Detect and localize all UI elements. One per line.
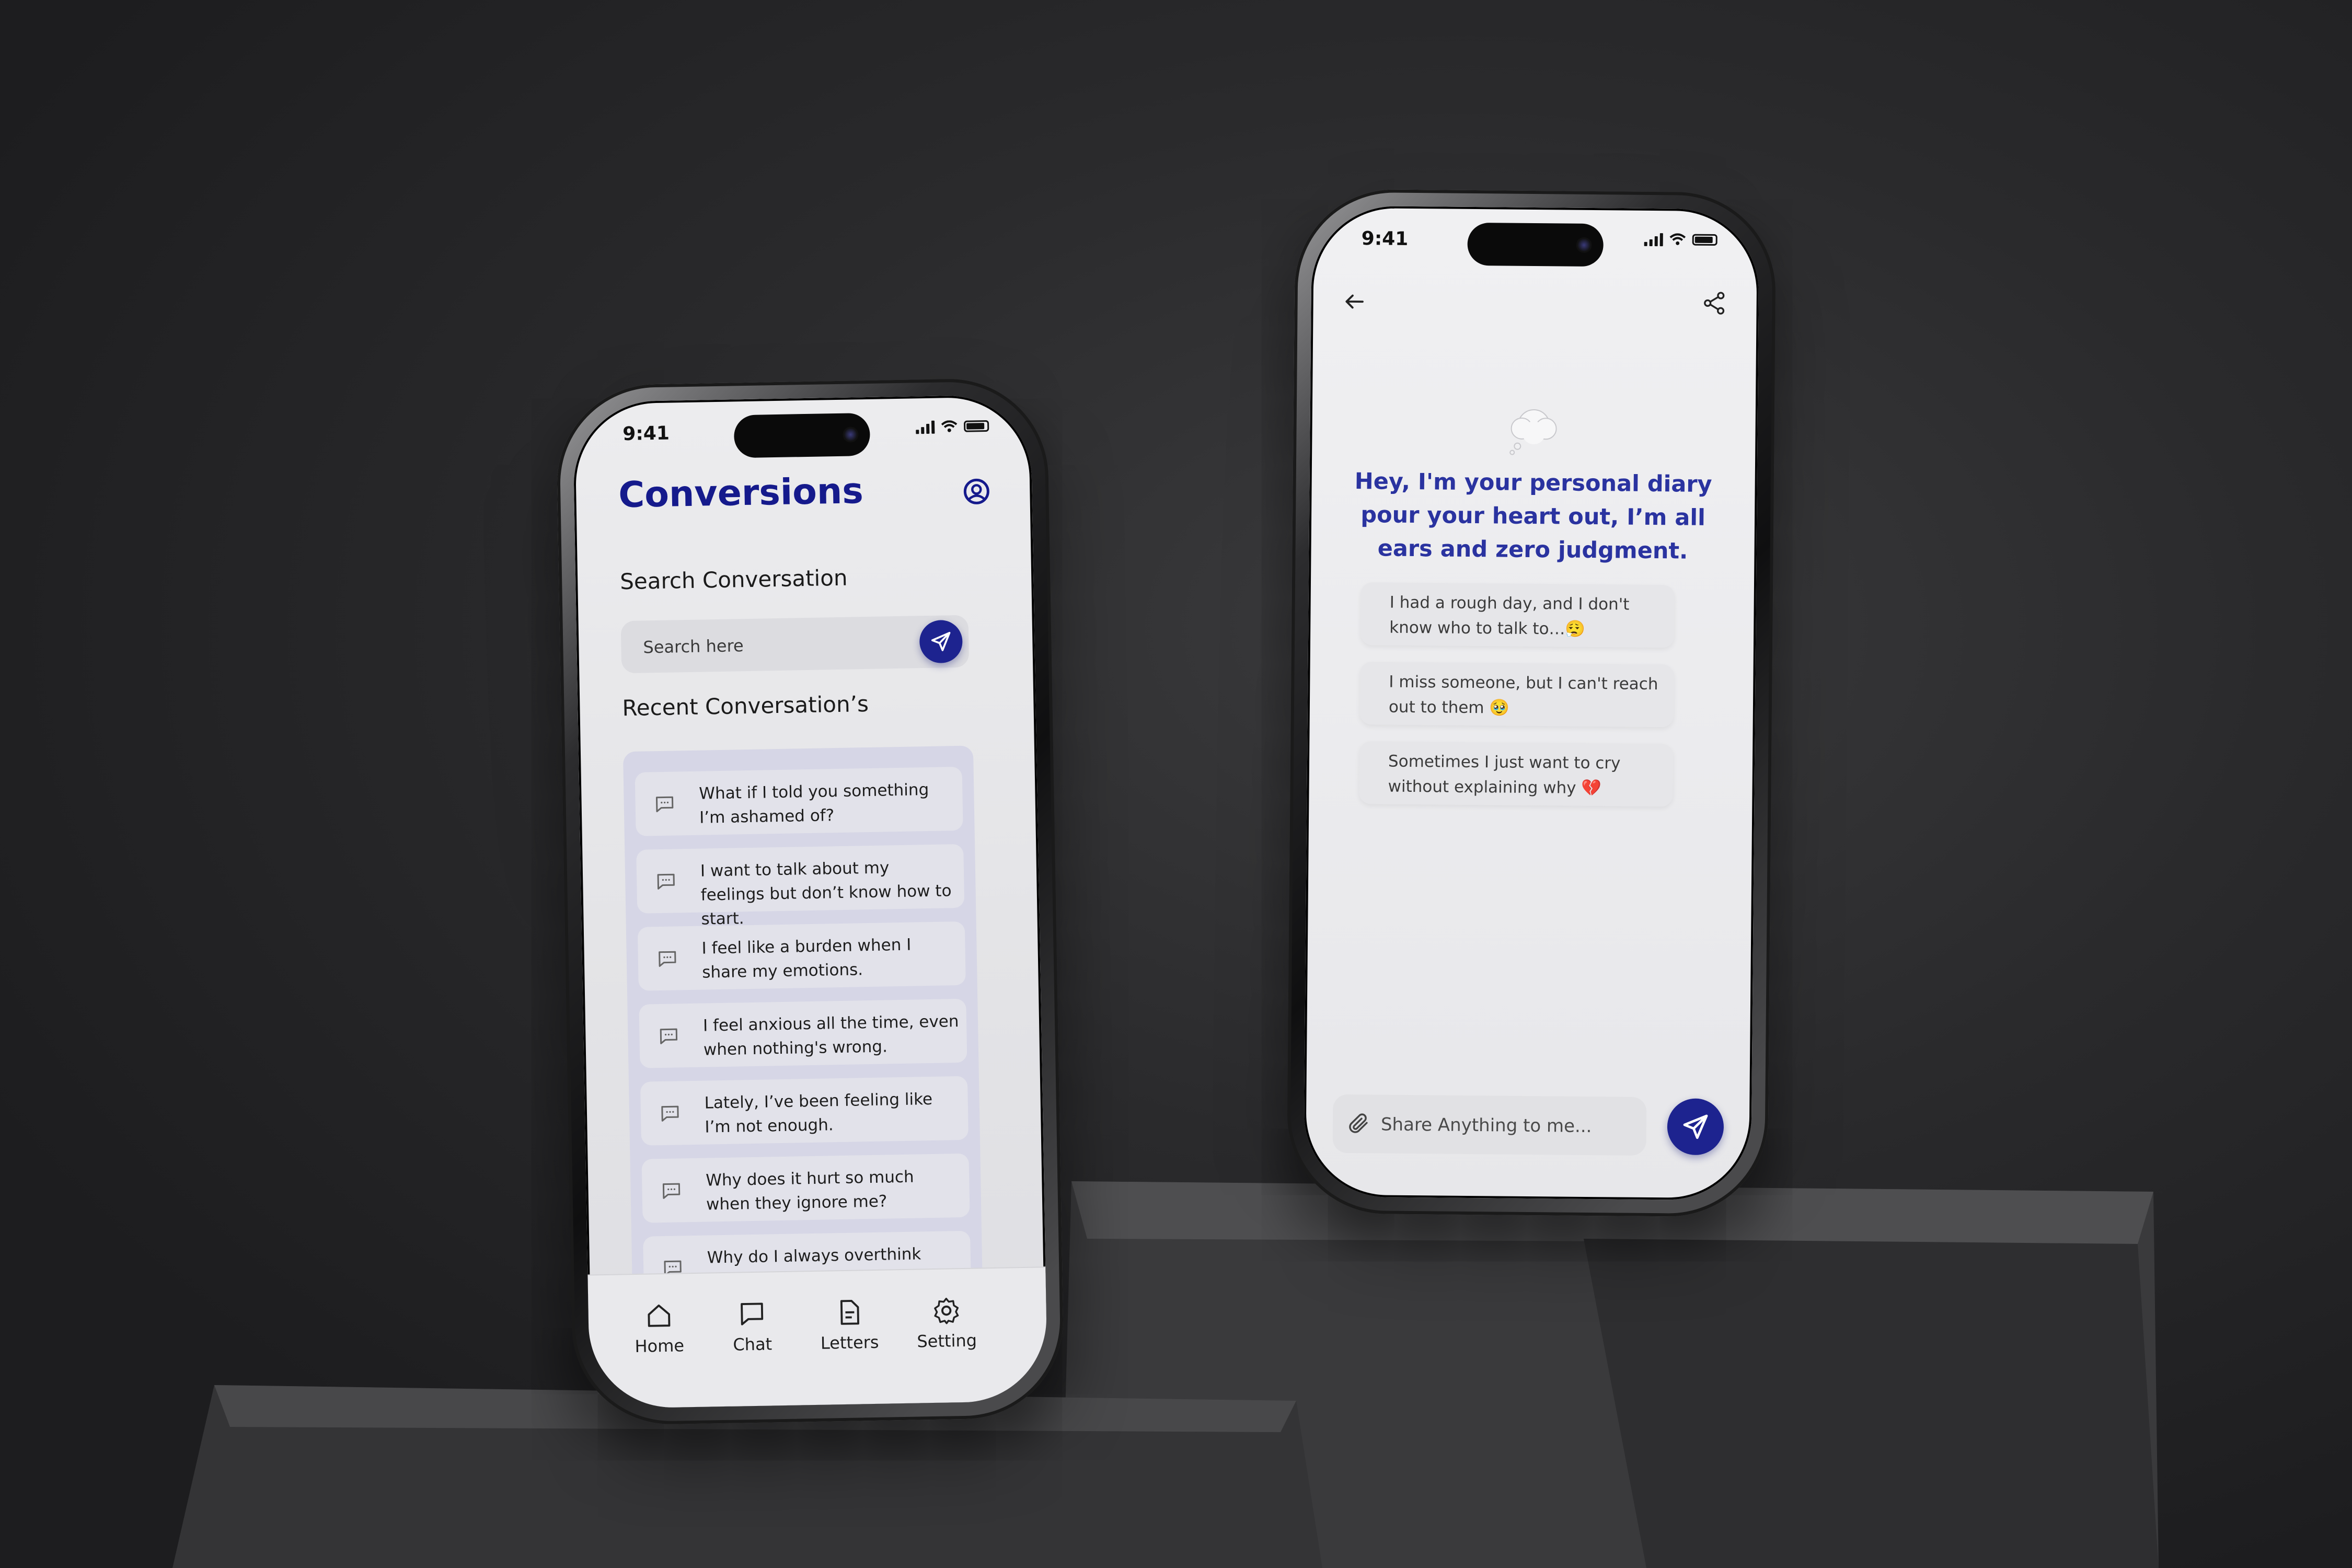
gear-icon [934,1297,959,1324]
conversation-item[interactable]: Lately, I’ve been feeling like I’m not e… [640,1076,969,1146]
message-composer [1332,1094,1647,1157]
diary-chat-screen: 9:41 Hey, I'm your personal diary pour y… [1303,205,1760,1201]
message-send-button[interactable] [1667,1098,1724,1156]
conversation-item[interactable]: I feel like a burden when I share my emo… [637,921,966,991]
status-bar: 9:41 [1311,227,1759,257]
suggestion-text: I had a rough day, and I don't know who … [1389,593,1630,639]
search-input[interactable] [641,616,917,674]
conversation-item[interactable]: What if I told you something I’m ashamed… [635,766,963,836]
diary-greeting: Hey, I'm your personal diary pour your h… [1354,468,1712,564]
right-phone: 9:41 Hey, I'm your personal diary pour y… [1286,189,1777,1217]
suggestion-text: I miss someone, but I can't reach out to… [1388,672,1658,718]
tab-chat[interactable]: Chat [707,1298,797,1355]
send-icon [1683,1114,1708,1139]
message-input[interactable] [1379,1094,1633,1157]
thought-cloud-icon [1509,409,1557,455]
conversation-item[interactable]: I want to talk about my feelings but don… [636,844,965,929]
letters-icon [840,1300,859,1325]
chat-bubble-icon [657,873,675,890]
suggestion-chip[interactable]: I had a rough day, and I don't know who … [1360,582,1675,648]
search-section-label: Search Conversation [619,564,848,595]
conversation-text: Why does it hurt so much when they ignor… [705,1167,914,1214]
chat-bubble-icon [661,1105,679,1122]
search-send-button[interactable] [919,619,963,664]
chat-bubble-icon [660,1028,678,1044]
tab-bar: Home Chat Letters Setting [587,1266,1048,1409]
search-box [620,615,970,674]
status-icons [1644,233,1717,247]
paperclip-icon[interactable] [1346,1111,1371,1136]
recent-section-label: Recent Conversation’s [622,690,869,721]
chat-icon [741,1302,764,1325]
signal-icon [916,420,935,434]
status-icons [916,419,989,434]
home-icon [648,1304,671,1327]
wifi-icon [1669,233,1686,245]
conversation-text: Lately, I’ve been feeling like I’m not e… [704,1089,933,1137]
conversation-item[interactable]: I feel anxious all the time, even when n… [639,998,967,1068]
conversation-text: I feel anxious all the time, even when n… [702,1012,959,1059]
suggestion-text: Sometimes I just want to cry without exp… [1388,752,1621,798]
tab-setting-label: Setting [917,1330,977,1352]
left-phone: 9:41 Conversions Search Conversation Rec… [555,377,1065,1426]
status-time: 9:41 [1361,228,1409,250]
back-arrow-icon[interactable] [1342,290,1366,314]
tab-letters[interactable]: Letters [804,1296,894,1353]
chat-bubble-icon [655,796,674,812]
share-icon[interactable] [1701,290,1727,316]
conversations-screen: 9:41 Conversions Search Conversation Rec… [572,394,1048,1409]
page-title: Conversions [618,470,864,516]
chat-bubble-icon [662,1183,681,1199]
tab-home[interactable]: Home [614,1300,704,1357]
tab-chat-label: Chat [733,1334,773,1355]
battery-icon [963,420,989,432]
tab-setting[interactable]: Setting [902,1295,991,1352]
battery-icon [1692,234,1717,246]
tab-letters-label: Letters [820,1332,879,1353]
conversation-item[interactable]: Why does it hurt so much when they ignor… [641,1153,970,1223]
wifi-icon [941,420,958,432]
profile-icon[interactable] [963,478,990,505]
conversation-text: I feel like a burden when I share my emo… [701,935,912,982]
signal-icon [1644,233,1663,247]
conversation-list: What if I told you something I’m ashamed… [622,745,984,1353]
conversation-text: I want to talk about my feelings but don… [700,858,952,929]
send-icon [931,631,951,651]
chat-bubble-icon [659,951,676,967]
status-bar: 9:41 [573,416,1031,450]
suggestion-chip[interactable]: I miss someone, but I can't reach out to… [1359,662,1674,728]
status-time: 9:41 [622,422,670,445]
suggestion-chip[interactable]: Sometimes I just want to cry without exp… [1359,741,1674,807]
conversation-text: What if I told you something I’m ashamed… [699,780,929,827]
tab-home-label: Home [635,1335,685,1356]
